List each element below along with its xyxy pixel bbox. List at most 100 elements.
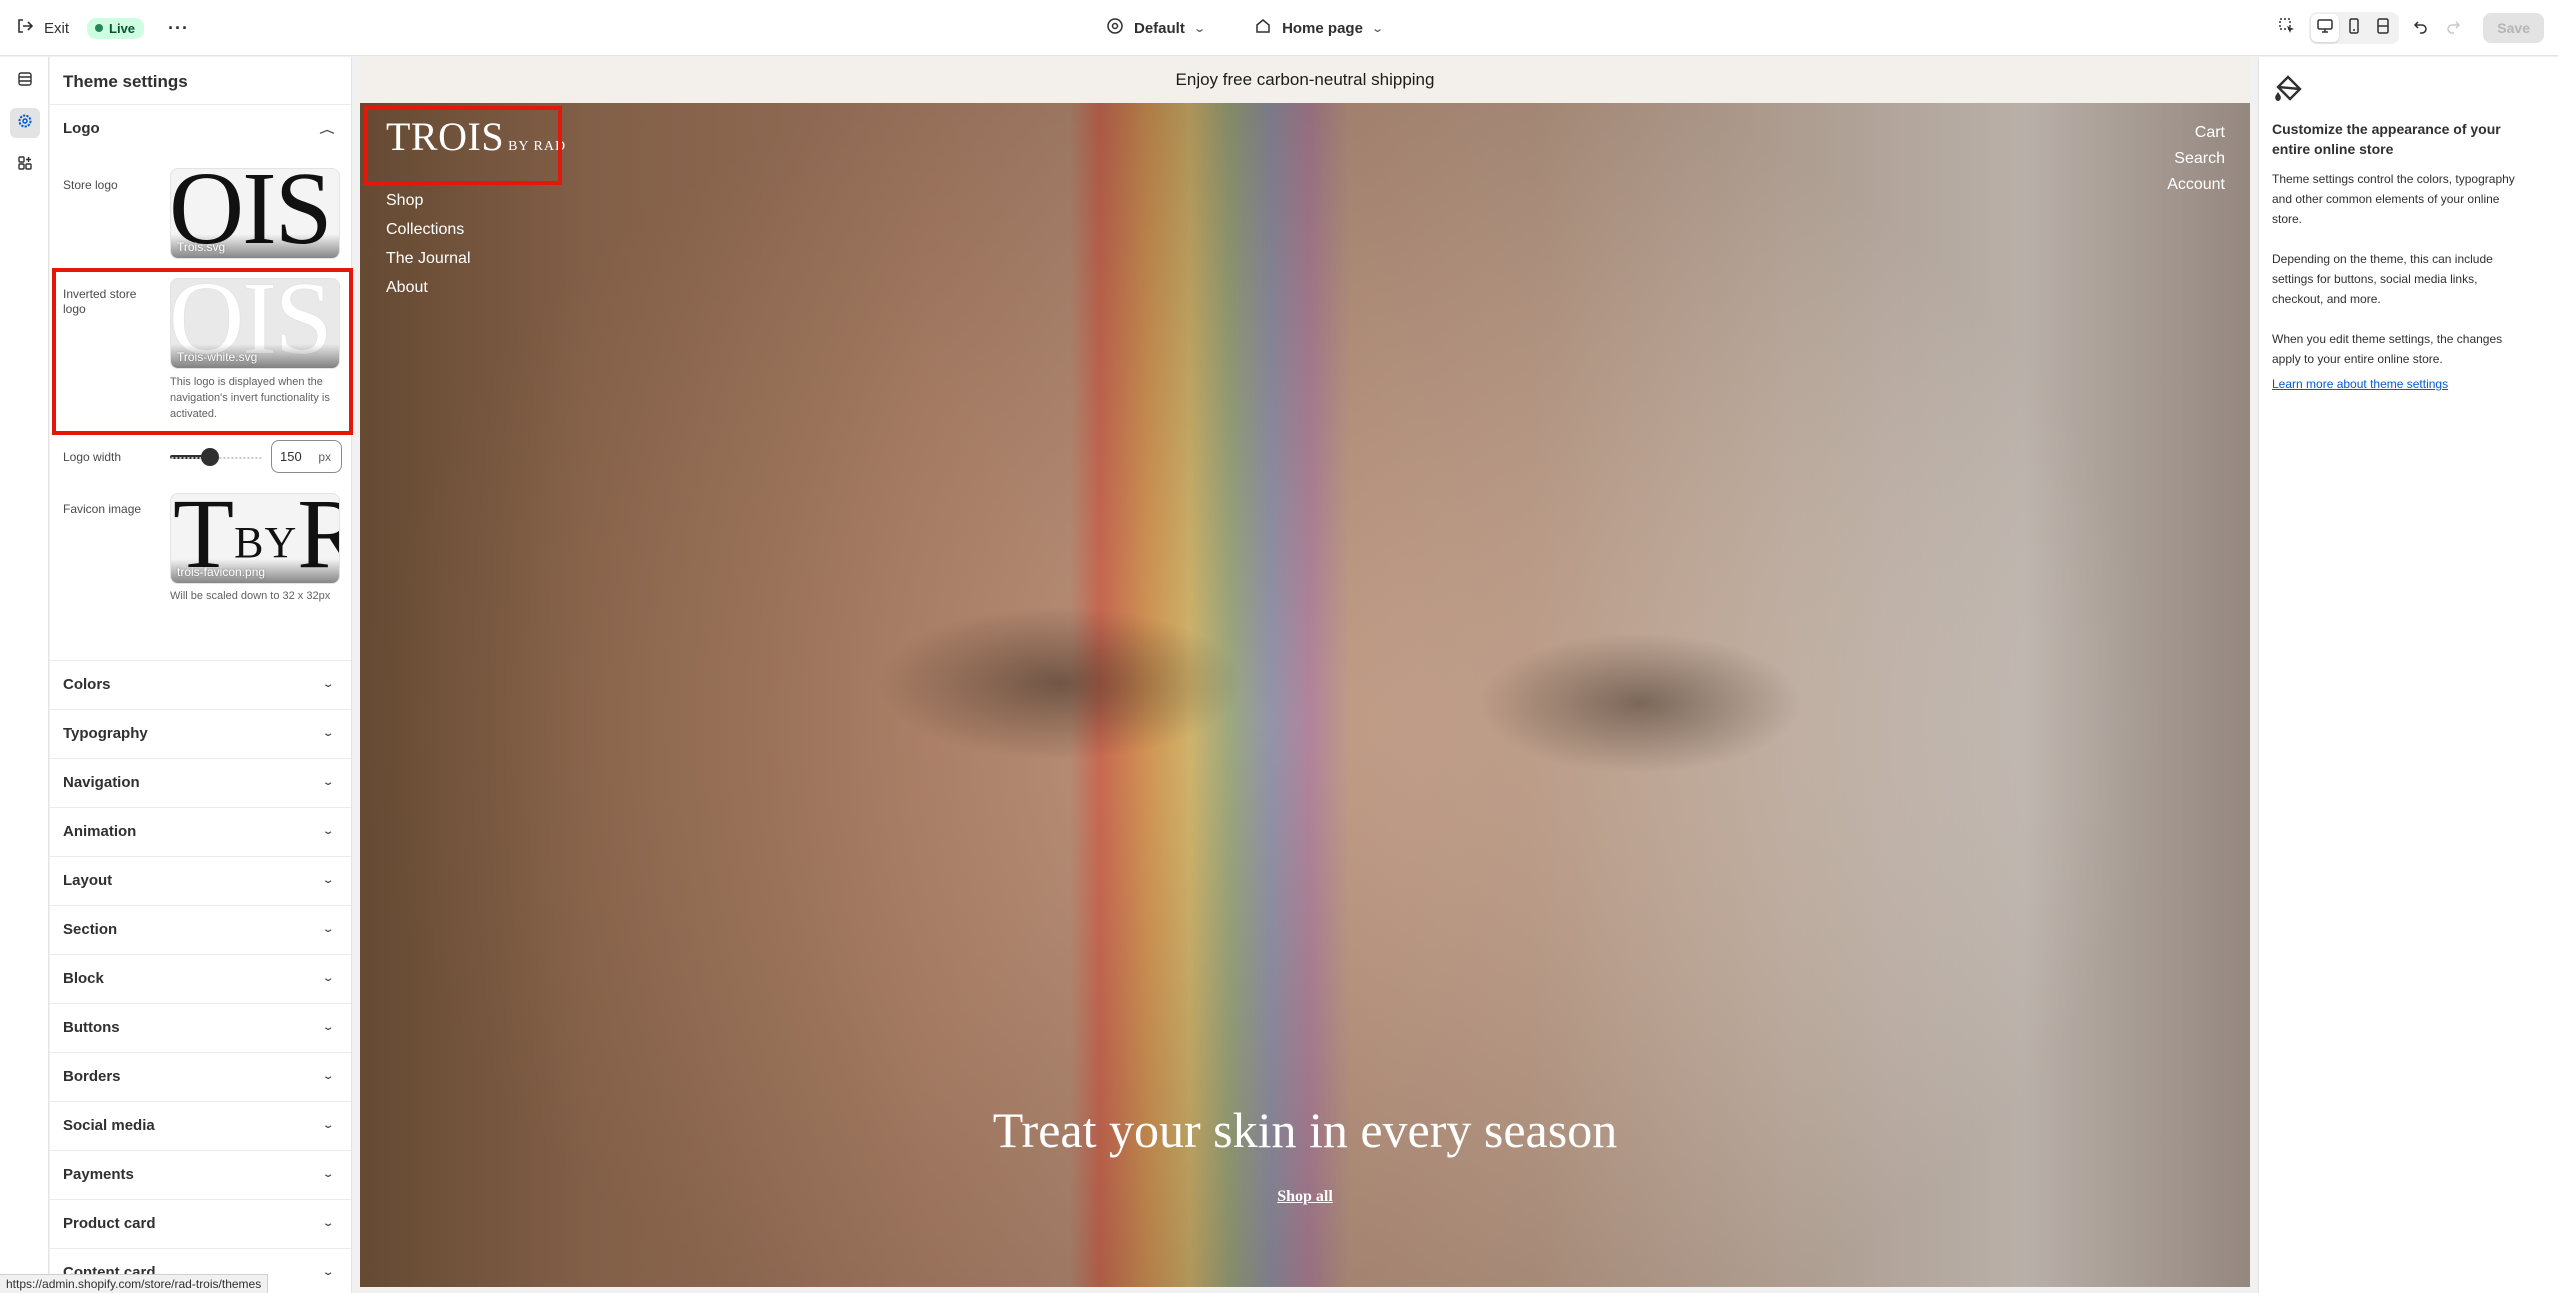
info-panel: Customize the appearance of your entire …	[2258, 57, 2558, 1293]
favicon-filename: trois-favicon.png	[177, 565, 266, 579]
section-buttons-header[interactable]: Buttons ⌄	[50, 1003, 351, 1051]
inverted-logo-picker[interactable]: OIS Trois-white.svg	[170, 278, 340, 369]
theme-selector[interactable]: Default ⌄	[1106, 17, 1206, 39]
section-typography-label: Typography	[63, 725, 148, 742]
sections-tab[interactable]	[10, 66, 40, 96]
gear-icon	[17, 113, 33, 134]
favicon-picker[interactable]: TBYR trois-favicon.png	[170, 493, 340, 584]
chevron-down-icon: ⌄	[321, 777, 335, 788]
chevron-down-icon: ⌄	[321, 728, 335, 739]
section-navigation-header[interactable]: Navigation ⌄	[50, 758, 351, 806]
editor-topbar: Exit Live ··· Default ⌄ Home page ⌄ Save	[0, 0, 2558, 56]
nav-link-search[interactable]: Search	[2174, 149, 2225, 169]
info-paragraph-2: Depending on the theme, this can include…	[2272, 252, 2493, 306]
logo-width-slider-thumb[interactable]	[200, 448, 219, 466]
fullscreen-icon	[2374, 17, 2392, 40]
hero-cta: Shop all	[360, 1188, 2250, 1206]
exit-label: Exit	[44, 19, 70, 37]
chevron-down-icon: ⌄	[321, 1022, 335, 1033]
inverted-logo-label: Inverted store logo	[63, 287, 137, 316]
page-selector[interactable]: Home page ⌄	[1254, 17, 1384, 39]
section-navigation-label: Navigation	[63, 774, 140, 791]
paint-bucket-icon	[2272, 71, 2306, 110]
device-preview-toggle	[2309, 12, 2400, 44]
theme-settings-tab[interactable]	[10, 108, 40, 138]
logo-width-label: Logo width	[63, 450, 122, 464]
primary-nav: Shop Collections The Journal About	[386, 191, 471, 298]
nav-link-about[interactable]: About	[386, 278, 471, 298]
apps-icon	[17, 155, 33, 176]
live-label: Live	[109, 20, 136, 36]
topbar-center: Default ⌄ Home page ⌄	[1106, 0, 1384, 56]
section-section-header[interactable]: Section ⌄	[50, 905, 351, 953]
section-payments-label: Payments	[63, 1166, 134, 1183]
chevron-down-icon: ⌄	[321, 679, 335, 690]
editor-sidebar-rail	[0, 57, 49, 1293]
undo-button[interactable]	[2407, 14, 2435, 42]
section-block-header[interactable]: Block ⌄	[50, 954, 351, 1002]
home-icon	[1254, 17, 1272, 39]
live-status-badge: Live	[87, 17, 145, 39]
section-animation-label: Animation	[63, 823, 137, 840]
section-colors-label: Colors	[63, 676, 111, 693]
section-product-card-header[interactable]: Product card ⌄	[50, 1199, 351, 1247]
panel-title: Theme settings	[63, 72, 188, 91]
utility-nav: Cart Search Account	[2167, 123, 2225, 195]
info-paragraph-3: When you edit theme settings, the change…	[2272, 332, 2503, 366]
storefront-preview: Enjoy free carbon-neutral shipping TROIS…	[360, 57, 2250, 1287]
inspector-button[interactable]	[2273, 14, 2301, 42]
store-logo-label: Store logo	[63, 178, 118, 192]
nav-link-collections[interactable]: Collections	[386, 220, 471, 240]
section-colors-header[interactable]: Colors ⌄	[50, 660, 351, 708]
nav-link-account[interactable]: Account	[2167, 175, 2225, 195]
logo-width-input[interactable]: 150 px	[271, 440, 342, 473]
chevron-down-icon: ⌄	[321, 924, 335, 935]
chevron-down-icon: ⌄	[321, 1218, 335, 1229]
fullscreen-view-button[interactable]	[2369, 14, 2397, 42]
hero-banner[interactable]: TROIS BY RAD Shop Collections The Journal Ab…	[360, 103, 2250, 1287]
topbar-right: Save	[2273, 0, 2544, 56]
section-social-media-header[interactable]: Social media ⌄	[50, 1101, 351, 1149]
chevron-down-icon: ⌄	[321, 826, 335, 837]
logo-width-unit: px	[318, 449, 331, 464]
status-bar-url: https://admin.shopify.com/store/rad-troi…	[0, 1274, 269, 1293]
section-borders-label: Borders	[63, 1068, 121, 1085]
nav-link-shop[interactable]: Shop	[386, 191, 471, 211]
chevron-down-icon: ⌄	[321, 875, 335, 886]
nav-link-the-journal[interactable]: The Journal	[386, 249, 471, 269]
redo-button[interactable]	[2439, 14, 2467, 42]
announcement-bar: Enjoy free carbon-neutral shipping	[360, 57, 2250, 103]
section-animation-header[interactable]: Animation ⌄	[50, 807, 351, 855]
store-logo-picker[interactable]: OIS Trois.svg	[170, 168, 340, 259]
shop-all-link[interactable]: Shop all	[1277, 1188, 1333, 1205]
theme-selector-label: Default	[1134, 19, 1185, 37]
more-actions-button[interactable]: ···	[162, 18, 195, 39]
exit-icon	[16, 17, 34, 39]
store-logo-sub: BY RAD	[508, 139, 567, 154]
sections-icon	[17, 71, 33, 92]
chevron-down-icon: ⌄	[321, 1169, 335, 1180]
nav-link-cart[interactable]: Cart	[2195, 123, 2225, 143]
apps-tab[interactable]	[10, 150, 40, 180]
inverted-logo-help: This logo is displayed when the navigati…	[170, 376, 330, 420]
section-typography-header[interactable]: Typography ⌄	[50, 709, 351, 757]
inspector-icon	[2278, 17, 2296, 40]
store-logo[interactable]: TROIS BY RAD	[386, 113, 566, 160]
store-logo-filename: Trois.svg	[177, 240, 226, 254]
section-payments-header[interactable]: Payments ⌄	[50, 1150, 351, 1198]
learn-more-link[interactable]: Learn more about theme settings	[2272, 377, 2448, 391]
chevron-down-icon: ⌄	[321, 1120, 335, 1131]
chevron-down-icon: ⌄	[1193, 22, 1206, 35]
mobile-view-button[interactable]	[2340, 14, 2368, 42]
section-layout-header[interactable]: Layout ⌄	[50, 856, 351, 904]
chevron-up-icon: ︿	[319, 125, 335, 136]
exit-button[interactable]: Exit	[16, 17, 69, 39]
section-section-label: Section	[63, 921, 118, 938]
desktop-view-button[interactable]	[2311, 14, 2340, 42]
undo-icon	[2412, 17, 2430, 40]
section-logo-header[interactable]: Logo ︿	[50, 104, 351, 152]
section-borders-header[interactable]: Borders ⌄	[50, 1052, 351, 1100]
store-logo-main: TROIS	[386, 114, 505, 159]
section-logo-label: Logo	[63, 120, 100, 137]
save-button[interactable]: Save	[2483, 13, 2544, 43]
